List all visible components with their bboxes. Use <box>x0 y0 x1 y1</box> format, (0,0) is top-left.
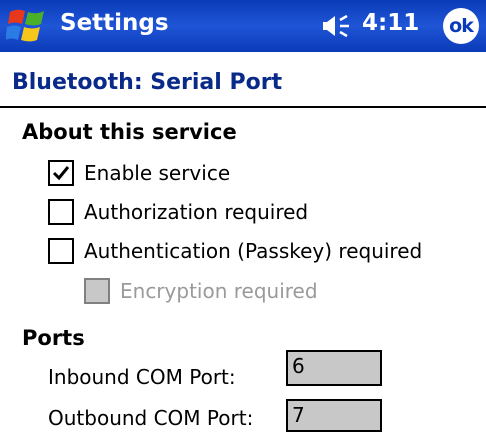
authentication-option[interactable]: Authentication (Passkey) required <box>48 238 422 264</box>
check-icon <box>52 166 70 181</box>
encryption-checkbox <box>84 278 110 304</box>
ok-button[interactable]: ok <box>443 8 479 44</box>
speaker-icon[interactable] <box>323 12 357 40</box>
enable-service-option[interactable]: Enable service <box>48 160 230 186</box>
enable-service-checkbox[interactable] <box>48 160 74 186</box>
authentication-label: Authentication (Passkey) required <box>84 239 423 263</box>
inbound-port-field[interactable]: 6 <box>286 350 382 386</box>
clock[interactable]: 4:11 <box>362 10 419 36</box>
authentication-checkbox[interactable] <box>48 238 74 264</box>
app-title: Settings <box>60 10 169 36</box>
outbound-port-label: Outbound COM Port: <box>48 406 254 430</box>
about-section-heading: About this service <box>22 120 237 144</box>
divider <box>0 106 486 108</box>
outbound-port-field[interactable]: 7 <box>286 399 382 432</box>
encryption-option: Encryption required <box>84 278 318 304</box>
authorization-option[interactable]: Authorization required <box>48 199 308 225</box>
inbound-port-label: Inbound COM Port: <box>48 365 236 389</box>
enable-service-label: Enable service <box>84 161 231 185</box>
windows-start-icon[interactable] <box>6 6 48 46</box>
authorization-checkbox[interactable] <box>48 199 74 225</box>
authorization-label: Authorization required <box>84 200 309 224</box>
page-title: Bluetooth: Serial Port <box>12 70 283 95</box>
encryption-label: Encryption required <box>120 279 318 303</box>
title-bar: Settings 4:11 ok <box>0 0 486 52</box>
ports-section-heading: Ports <box>22 326 85 350</box>
